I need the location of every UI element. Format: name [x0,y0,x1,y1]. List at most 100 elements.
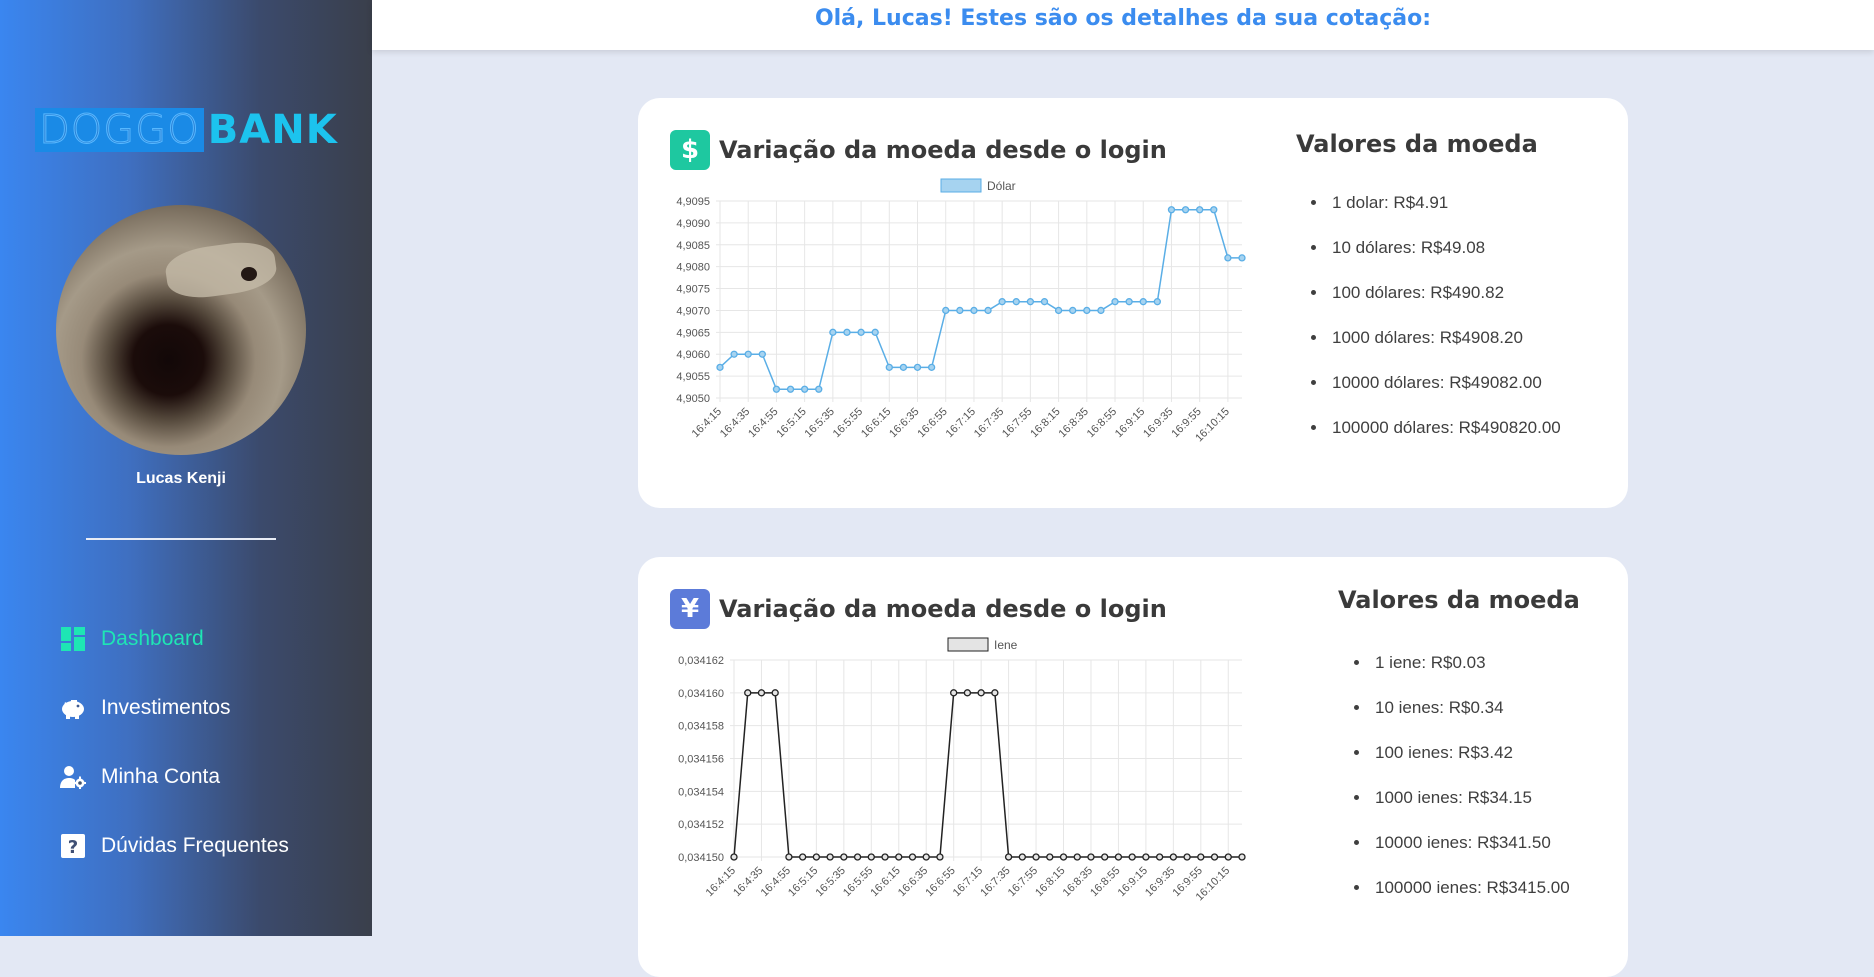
data-point [1046,853,1054,861]
logo-bank: BANK [207,107,338,153]
y-tick-label: 0,034162 [678,655,724,667]
data-point [840,853,848,861]
data-point [757,689,766,697]
data-point [895,853,903,861]
x-tick-label: 16:7:35 [978,865,1012,899]
x-tick-label: 16:5:35 [803,406,837,440]
data-point [936,853,944,861]
sidebar-item-dashboard[interactable]: Dashboard [60,604,289,673]
data-point [1153,298,1162,306]
data-point [1224,853,1232,861]
data-point [1181,206,1190,214]
y-tick-label: 4,9065 [676,327,710,339]
x-tick-label: 16:6:35 [887,406,921,440]
data-point [815,385,823,393]
data-point [758,350,766,358]
data-point [1238,853,1246,861]
y-tick-label: 0,034152 [678,819,724,831]
x-tick-label: 16:5:15 [786,865,820,899]
x-tick-label: 16:9:15 [1113,406,1147,440]
values-list: 1 iene: R$0.03 10 ienes: R$0.34 100 iene… [1353,650,1570,920]
sidebar-item-minha-conta[interactable]: Minha Conta [60,742,289,811]
value-item: 1000 ienes: R$34.15 [1371,785,1570,830]
sidebar-item-investimentos[interactable]: Investimentos [60,673,289,742]
svg-text:?: ? [68,837,78,858]
legend-swatch [947,637,989,652]
x-tick-label: 16:4:35 [731,865,765,899]
x-tick-label: 16:7:35 [972,406,1006,440]
data-point [1224,254,1232,262]
x-tick-label: 16:5:35 [814,865,848,899]
data-point [1125,298,1133,306]
x-tick-label: 16:9:15 [1116,865,1150,899]
data-point [730,853,738,861]
data-point [881,853,889,861]
data-point [1069,306,1077,315]
page-title: Olá, Lucas! Estes são os detalhes da sua… [814,6,1432,31]
value-item: 1 dolar: R$4.91 [1328,190,1561,235]
logo[interactable]: DOGGO BANK [35,107,338,153]
user-cog-icon [60,764,86,790]
data-point [1012,298,1020,306]
values-list: 1 dolar: R$4.91 10 dólares: R$49.08 100 … [1310,190,1561,460]
data-point [1210,206,1218,214]
question-icon: ? [60,833,86,859]
header: Olá, Lucas! Estes são os detalhes da sua… [372,0,1874,50]
x-tick-label: 16:5:55 [831,406,865,440]
data-point [998,298,1006,306]
value-item: 100 ienes: R$3.42 [1371,740,1570,785]
y-tick-label: 0,034158 [678,721,724,733]
data-point [1004,853,1013,861]
data-point [1073,853,1081,861]
y-tick-label: 0,034156 [678,754,724,766]
data-point [1128,853,1136,861]
x-tick-label: 16:7:15 [944,406,978,440]
data-point [771,689,779,697]
data-point [991,689,999,697]
data-point [1059,853,1068,861]
data-point [1083,306,1091,315]
data-point [1139,298,1147,306]
value-item: 10 dólares: R$49.08 [1328,235,1561,280]
data-point [885,363,893,372]
sidebar-item-label: Dashboard [101,626,204,650]
y-tick-label: 4,9055 [676,371,710,383]
data-point [1167,206,1176,214]
x-tick-label: 16:7:55 [1000,406,1034,440]
value-item: 10000 dólares: R$49082.00 [1328,370,1561,415]
data-point [730,350,738,358]
x-tick-label: 16:9:35 [1141,406,1175,440]
x-tick-label: 16:4:55 [759,865,793,899]
x-tick-label: 16:8:35 [1056,406,1090,440]
data-point [744,689,752,697]
y-tick-label: 4,9050 [676,393,710,405]
y-tick-label: 0,034154 [678,786,724,798]
x-tick-label: 16:5:55 [841,865,875,899]
sidebar-item-label: Dúvidas Frequentes [101,833,289,857]
data-point [1101,853,1109,861]
value-item: 100000 ienes: R$3415.00 [1371,875,1570,920]
data-point [963,689,972,697]
x-tick-label: 16:8:15 [1028,406,1062,440]
data-point [829,328,837,336]
x-tick-label: 16:8:55 [1085,406,1119,440]
x-tick-label: 16:4:15 [704,865,738,899]
data-point [956,306,964,315]
data-point [984,306,992,315]
data-point [857,328,865,336]
sidebar-item-label: Investimentos [101,695,231,719]
sidebar-item-duvidas[interactable]: ? Dúvidas Frequentes [60,811,289,880]
yen-card: ¥ Variação da moeda desde o login 0,0341… [638,557,1628,977]
data-point [800,385,809,393]
y-tick-label: 4,9060 [676,349,710,361]
x-tick-label: 16:4:35 [718,406,752,440]
data-point [1097,306,1105,315]
value-item: 10 ienes: R$0.34 [1371,695,1570,740]
x-tick-label: 16:8:15 [1033,865,1067,899]
data-point [922,853,930,861]
y-tick-label: 4,9075 [676,284,710,296]
data-point [1155,853,1164,861]
data-point [1087,853,1095,861]
data-point [1169,853,1178,861]
data-point [1114,853,1123,861]
